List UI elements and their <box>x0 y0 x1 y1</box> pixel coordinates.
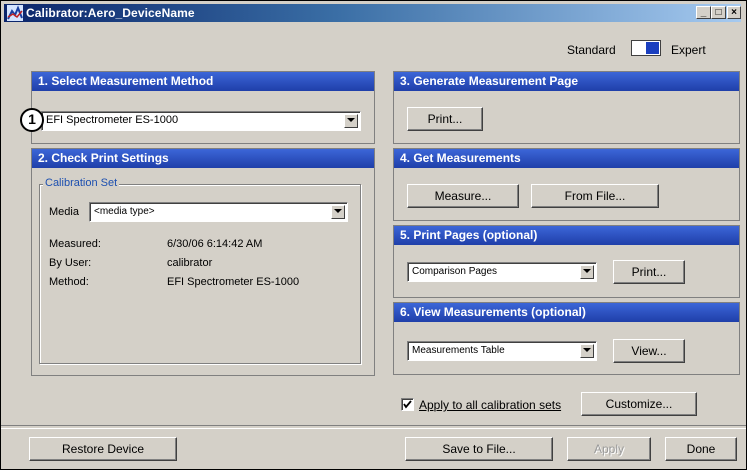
chevron-down-icon[interactable] <box>580 344 594 358</box>
by-user-value: calibrator <box>167 257 213 269</box>
select-measurement-method-panel: 1. Select Measurement Method <box>31 71 375 144</box>
mode-toggle-switch[interactable] <box>631 40 661 56</box>
mode-expert-label: Expert <box>671 43 706 57</box>
step3-header: 3. Generate Measurement Page <box>394 72 739 91</box>
callout-number: 1 <box>28 111 36 127</box>
calibrator-app-icon <box>7 5 23 21</box>
from-file-button[interactable]: From File... <box>531 184 659 208</box>
method-label: Method: <box>49 276 89 288</box>
callout-badge: 1 <box>19 107 45 133</box>
restore-device-button[interactable]: Restore Device <box>29 437 177 461</box>
print-pages-value: Comparison Pages <box>412 266 498 277</box>
checkmark-icon <box>403 400 412 409</box>
step2-header: 2. Check Print Settings <box>32 149 374 168</box>
footer-divider <box>1 425 746 429</box>
apply-all-checkbox[interactable] <box>401 398 414 411</box>
print-measurement-page-button[interactable]: Print... <box>407 107 483 131</box>
measured-label: Measured: <box>49 238 101 250</box>
customize-button[interactable]: Customize... <box>581 392 697 416</box>
method-value: EFI Spectrometer ES-1000 <box>167 276 300 288</box>
measurement-method-value: EFI Spectrometer ES-1000 <box>46 114 179 126</box>
print-pages-button[interactable]: Print... <box>613 260 685 284</box>
mode-toggle-knob <box>646 42 659 54</box>
minimize-button[interactable]: _ <box>696 6 711 19</box>
apply-all-label[interactable]: Apply to all calibration sets <box>419 398 561 412</box>
measured-value: 6/30/06 6:14:42 AM <box>167 238 263 250</box>
view-measurements-panel: 6. View Measurements (optional) <box>393 302 740 375</box>
print-pages-dropdown[interactable]: Comparison Pages <box>407 262 597 282</box>
save-to-file-button[interactable]: Save to File... <box>405 437 553 461</box>
media-dropdown[interactable]: <media type> <box>89 202 348 222</box>
calibration-set-title: Calibration Set <box>43 177 120 189</box>
step6-header: 6. View Measurements (optional) <box>394 303 739 322</box>
step4-header: 4. Get Measurements <box>394 149 739 168</box>
chevron-down-icon[interactable] <box>331 205 345 219</box>
view-measurements-dropdown[interactable]: Measurements Table <box>407 341 597 361</box>
media-label: Media <box>49 206 79 218</box>
view-measurements-value: Measurements Table <box>412 345 505 356</box>
maximize-button[interactable]: □ <box>711 6 726 19</box>
chevron-down-icon[interactable] <box>580 265 594 279</box>
mode-standard-label: Standard <box>567 43 616 57</box>
done-button[interactable]: Done <box>665 437 737 461</box>
step5-header: 5. Print Pages (optional) <box>394 226 739 245</box>
maximize-icon: □ <box>715 7 722 18</box>
minimize-icon: _ <box>700 7 707 18</box>
measure-button[interactable]: Measure... <box>407 184 519 208</box>
window-title: Calibrator:Aero_DeviceName <box>26 6 195 20</box>
measurement-method-dropdown[interactable]: EFI Spectrometer ES-1000 <box>41 111 361 131</box>
title-bar[interactable]: Calibrator:Aero_DeviceName _ □ × <box>4 4 741 22</box>
apply-button[interactable]: Apply <box>567 437 651 461</box>
chevron-down-icon[interactable] <box>344 114 358 128</box>
calibrator-window: Calibrator:Aero_DeviceName _ □ × Standar… <box>0 0 747 470</box>
media-value: <media type> <box>94 206 155 217</box>
close-button[interactable]: × <box>727 6 741 19</box>
close-icon: × <box>731 7 737 18</box>
step1-header: 1. Select Measurement Method <box>32 72 374 91</box>
by-user-label: By User: <box>49 257 92 269</box>
view-button[interactable]: View... <box>613 339 685 363</box>
